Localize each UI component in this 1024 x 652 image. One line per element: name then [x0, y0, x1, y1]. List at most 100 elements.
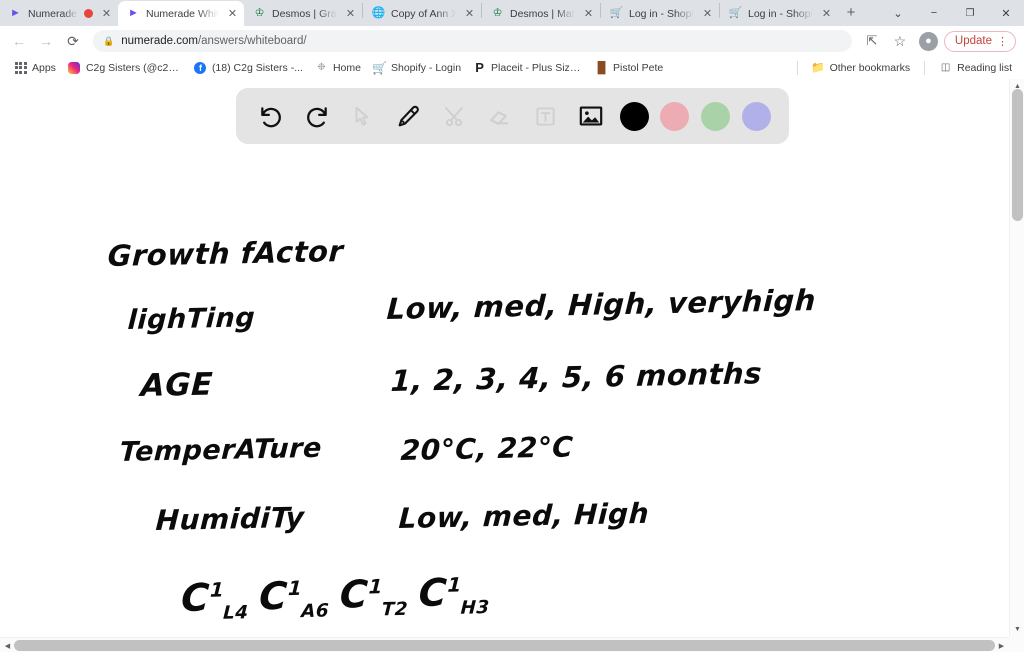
tab-strip: ► Numerade ✕ ► Numerade White ✕ ♔ Desmos… [0, 0, 1024, 26]
color-swatch-green[interactable] [701, 101, 731, 131]
bookmarks-bar: Apps C2g Sisters (@c2g... f (18) C2g Sis… [0, 56, 1024, 80]
lock-icon: 🔒 [103, 35, 115, 46]
color-swatch-pink[interactable] [660, 101, 690, 131]
tab-close-button[interactable]: ✕ [700, 6, 715, 21]
bookmark-placeit[interactable]: P Placeit - Plus Size... [467, 59, 589, 76]
undo-icon[interactable] [254, 99, 288, 133]
close-window-button[interactable]: ✕ [988, 0, 1024, 26]
share-icon[interactable]: ⇱ [859, 28, 885, 54]
vertical-scrollbar-thumb[interactable] [1012, 89, 1023, 221]
browser-tab-5[interactable]: 🛒 Log in - Shopify ✕ [601, 1, 719, 26]
url-path: /answers/whiteboard/ [197, 35, 307, 47]
other-bookmarks-button[interactable]: 📁 Other bookmarks [806, 59, 917, 76]
navigation-toolbar: ← → ⟳ 🔒 numerade.com/answers/whiteboard/… [0, 26, 1024, 56]
shopify-icon: 🛒 [372, 60, 387, 75]
bookmark-label: Apps [32, 61, 56, 74]
browser-tab-3[interactable]: 🌐 Copy of Ann Xav ✕ [363, 1, 481, 26]
formula-count: 2 [394, 598, 409, 621]
formula-sub: H [460, 597, 477, 619]
bookmark-shopify-login[interactable]: 🛒 Shopify - Login [367, 59, 467, 76]
reading-list-button[interactable]: ◫ Reading list [933, 59, 1018, 76]
bookmark-home[interactable]: ❉ Home [309, 59, 367, 76]
pencil-icon[interactable] [391, 99, 425, 133]
bookmark-star-icon[interactable]: ☆ [887, 28, 913, 54]
formula-sub: A [300, 600, 317, 623]
reload-button[interactable]: ⟳ [60, 28, 86, 54]
ink-factor-lighting: lighTing [126, 302, 256, 336]
color-swatch-purple[interactable] [741, 101, 771, 131]
back-button[interactable]: ← [6, 28, 32, 54]
tab-close-button[interactable]: ✕ [225, 6, 240, 21]
formula-term-2: C1T2 [338, 571, 410, 620]
new-tab-button[interactable]: + [838, 0, 864, 25]
bookmark-c2g-facebook[interactable]: f (18) C2g Sisters -... [188, 59, 309, 76]
bookmarks-bar-right: 📁 Other bookmarks ◫ Reading list [791, 59, 1018, 76]
ink-factor-age: AGE [139, 366, 214, 404]
page-viewport: Growth fActor lighTing Low, med, High, v… [0, 79, 1024, 652]
tab-close-button[interactable]: ✕ [99, 6, 114, 21]
tab-title: Log in - Shopify [629, 7, 694, 20]
placeit-icon: P [475, 60, 484, 75]
bookmark-c2g-instagram[interactable]: C2g Sisters (@c2g... [62, 59, 188, 76]
bookmark-apps[interactable]: Apps [8, 59, 62, 76]
browser-menu-icon[interactable]: ⋮ [997, 35, 1008, 48]
profile-avatar[interactable]: ● [918, 31, 938, 51]
formula-sup: 1 [209, 578, 225, 602]
ink-combination-formula: C1L4 C1A6 C1T2 C1H3 [180, 570, 501, 623]
redo-icon[interactable] [300, 99, 334, 133]
tab-close-button[interactable]: ✕ [581, 6, 596, 21]
tab-title: Numerade White [146, 7, 219, 20]
desmos-icon: ♔ [492, 7, 503, 19]
update-label: Update [954, 35, 992, 47]
tab-title: Copy of Ann Xav [391, 7, 456, 20]
numerade-icon: ► [128, 7, 139, 19]
vertical-scrollbar[interactable]: ▲ ▼ [1009, 79, 1024, 652]
scrollbar-corner [1009, 637, 1024, 652]
tab-close-button[interactable]: ✕ [462, 6, 477, 21]
scroll-right-arrow-icon[interactable]: ▶ [994, 638, 1009, 652]
whiteboard-canvas[interactable]: Growth fActor lighTing Low, med, High, v… [0, 79, 1009, 637]
bookmark-label: C2g Sisters (@c2g... [85, 61, 182, 74]
horizontal-scrollbar-thumb[interactable] [14, 640, 995, 651]
browser-tab-4[interactable]: ♔ Desmos | Matrix ✕ [482, 1, 600, 26]
home-icon: ❉ [317, 62, 326, 73]
formula-base: C [338, 572, 370, 617]
tab-search-button[interactable]: ⌄ [880, 0, 916, 26]
minimize-button[interactable]: − [916, 0, 952, 26]
ink-factor-temperature: TemperATure [118, 432, 323, 468]
ink-values-age: 1, 2, 3, 4, 5, 6 months [389, 356, 763, 398]
tab-title: Desmos | Matrix [510, 7, 575, 20]
formula-sub: T [381, 599, 396, 621]
update-button[interactable]: Update ⋮ [943, 30, 1016, 52]
bookmark-pistol-pete[interactable]: █ Pistol Pete [589, 59, 669, 76]
scroll-down-arrow-icon[interactable]: ▼ [1010, 622, 1024, 637]
formula-term-3: C1H3 [417, 570, 492, 619]
ink-factor-humidity: HumidiTy [154, 500, 306, 537]
tab-recording-indicator-icon [84, 9, 93, 18]
text-icon[interactable] [528, 99, 562, 133]
tab-close-button[interactable]: ✕ [343, 6, 358, 21]
browser-tab-2[interactable]: ♔ Desmos | Graphi ✕ [244, 1, 362, 26]
formula-base: C [417, 570, 449, 616]
whiteboard-toolbar [236, 88, 789, 144]
select-cursor-icon[interactable] [345, 99, 379, 133]
color-swatch-black[interactable] [619, 101, 649, 131]
tab-title: Numerade [28, 7, 78, 20]
scroll-left-arrow-icon[interactable]: ◀ [0, 638, 15, 652]
browser-tab-0[interactable]: ► Numerade ✕ [0, 1, 118, 26]
formula-base: C [258, 573, 289, 619]
tab-close-button[interactable]: ✕ [819, 6, 834, 21]
bookmark-label: (18) C2g Sisters -... [211, 61, 303, 74]
ink-values-humidity: Low, med, High [397, 496, 650, 535]
image-icon[interactable] [574, 99, 608, 133]
browser-tab-1[interactable]: ► Numerade White ✕ [118, 1, 244, 26]
formula-term-1: C1A6 [258, 573, 331, 622]
shapes-tools-icon[interactable] [437, 99, 471, 133]
horizontal-scrollbar[interactable]: ◀ ▶ [0, 637, 1024, 652]
forward-button[interactable]: → [33, 28, 59, 54]
eraser-icon[interactable] [483, 99, 517, 133]
formula-sup: 1 [446, 573, 463, 597]
browser-tab-6[interactable]: 🛒 Log in - Shopify ✕ [720, 1, 838, 26]
maximize-button[interactable]: ❐ [952, 0, 988, 26]
address-bar[interactable]: 🔒 numerade.com/answers/whiteboard/ [93, 30, 852, 52]
